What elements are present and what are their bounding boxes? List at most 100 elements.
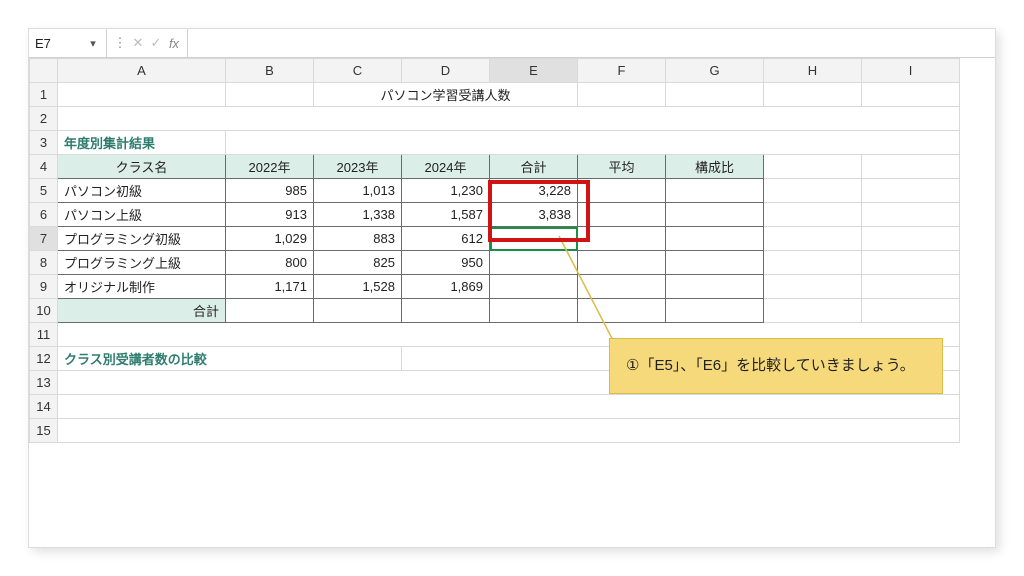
cell[interactable] — [666, 203, 764, 227]
cell[interactable] — [862, 251, 960, 275]
col-header[interactable]: B — [226, 59, 314, 83]
cell[interactable] — [862, 275, 960, 299]
col-header[interactable]: H — [764, 59, 862, 83]
cell[interactable] — [666, 299, 764, 323]
row-header[interactable]: 7 — [30, 227, 58, 251]
cell[interactable] — [862, 179, 960, 203]
cell[interactable] — [578, 227, 666, 251]
row-header[interactable]: 13 — [30, 371, 58, 395]
cell[interactable] — [578, 203, 666, 227]
cell[interactable] — [666, 275, 764, 299]
cell[interactable] — [226, 83, 314, 107]
cell[interactable]: プログラミング上級 — [58, 251, 226, 275]
row-header[interactable]: 4 — [30, 155, 58, 179]
cell[interactable] — [764, 227, 862, 251]
cell[interactable] — [862, 299, 960, 323]
cell[interactable]: 1,528 — [314, 275, 402, 299]
cell[interactable]: 800 — [226, 251, 314, 275]
row-header[interactable]: 10 — [30, 299, 58, 323]
row-header[interactable]: 15 — [30, 419, 58, 443]
enter-icon[interactable]: ✓ — [147, 35, 165, 51]
cell[interactable] — [226, 131, 960, 155]
table-header[interactable]: 構成比 — [666, 155, 764, 179]
col-header[interactable]: I — [862, 59, 960, 83]
chevron-down-icon[interactable]: ▾ — [86, 37, 100, 50]
cell[interactable] — [578, 275, 666, 299]
col-header[interactable]: D — [402, 59, 490, 83]
row-header[interactable]: 3 — [30, 131, 58, 155]
cell[interactable]: 1,338 — [314, 203, 402, 227]
cell[interactable]: 1,869 — [402, 275, 490, 299]
row-header[interactable]: 14 — [30, 395, 58, 419]
cancel-icon[interactable]: ✕ — [129, 35, 147, 51]
fx-icon[interactable]: fx — [165, 36, 183, 51]
row-header[interactable]: 9 — [30, 275, 58, 299]
table-header[interactable]: 合計 — [490, 155, 578, 179]
cell[interactable] — [58, 83, 226, 107]
cell[interactable] — [764, 203, 862, 227]
table-header[interactable]: 2024年 — [402, 155, 490, 179]
row-header[interactable]: 8 — [30, 251, 58, 275]
name-box[interactable]: E7 ▾ — [29, 29, 107, 57]
active-cell[interactable] — [490, 227, 578, 251]
table-header[interactable]: クラス名 — [58, 155, 226, 179]
cell[interactable] — [666, 251, 764, 275]
cell[interactable] — [862, 227, 960, 251]
cell[interactable]: 883 — [314, 227, 402, 251]
cell[interactable] — [578, 299, 666, 323]
cell[interactable] — [764, 275, 862, 299]
cell[interactable] — [666, 179, 764, 203]
cell[interactable] — [490, 299, 578, 323]
cell[interactable]: 1,230 — [402, 179, 490, 203]
row-header[interactable]: 6 — [30, 203, 58, 227]
cell[interactable] — [58, 419, 960, 443]
cell[interactable] — [764, 155, 862, 179]
cell[interactable]: 612 — [402, 227, 490, 251]
cell[interactable]: 1,171 — [226, 275, 314, 299]
col-header[interactable]: F — [578, 59, 666, 83]
cell[interactable]: 913 — [226, 203, 314, 227]
cell[interactable]: 1,029 — [226, 227, 314, 251]
cell[interactable] — [764, 179, 862, 203]
cell-e5[interactable]: 3,228 — [490, 179, 578, 203]
formula-input[interactable] — [188, 29, 995, 57]
cell[interactable]: 825 — [314, 251, 402, 275]
cell[interactable] — [862, 155, 960, 179]
col-header[interactable]: G — [666, 59, 764, 83]
row-header[interactable]: 5 — [30, 179, 58, 203]
cell[interactable] — [666, 227, 764, 251]
cell[interactable] — [764, 251, 862, 275]
section-heading[interactable]: クラス別受講者数の比較 — [58, 347, 402, 371]
cell-e6[interactable]: 3,838 — [490, 203, 578, 227]
col-header[interactable]: E — [490, 59, 578, 83]
section-heading[interactable]: 年度別集計結果 — [58, 131, 226, 155]
cell[interactable] — [862, 83, 960, 107]
cell[interactable] — [490, 275, 578, 299]
cell[interactable] — [578, 83, 666, 107]
cell[interactable]: パソコン初級 — [58, 179, 226, 203]
cell[interactable] — [58, 107, 960, 131]
cell[interactable] — [226, 299, 314, 323]
col-header[interactable]: C — [314, 59, 402, 83]
col-header[interactable]: A — [58, 59, 226, 83]
cell[interactable] — [764, 83, 862, 107]
table-header[interactable]: 2022年 — [226, 155, 314, 179]
select-all-corner[interactable] — [30, 59, 58, 83]
row-header[interactable]: 12 — [30, 347, 58, 371]
cell[interactable]: プログラミング初級 — [58, 227, 226, 251]
cell[interactable]: 1,013 — [314, 179, 402, 203]
cell[interactable] — [58, 395, 960, 419]
cell[interactable]: 985 — [226, 179, 314, 203]
cell[interactable]: 1,587 — [402, 203, 490, 227]
cell[interactable]: オリジナル制作 — [58, 275, 226, 299]
sheet-title[interactable]: パソコン学習受講人数 — [314, 83, 578, 107]
cell[interactable] — [578, 251, 666, 275]
cell[interactable] — [314, 299, 402, 323]
dots-icon[interactable]: ⋮ — [111, 35, 129, 51]
cell[interactable]: パソコン上級 — [58, 203, 226, 227]
cell[interactable] — [578, 179, 666, 203]
cell[interactable] — [402, 299, 490, 323]
cell[interactable]: 950 — [402, 251, 490, 275]
cell[interactable] — [490, 251, 578, 275]
row-header[interactable]: 1 — [30, 83, 58, 107]
